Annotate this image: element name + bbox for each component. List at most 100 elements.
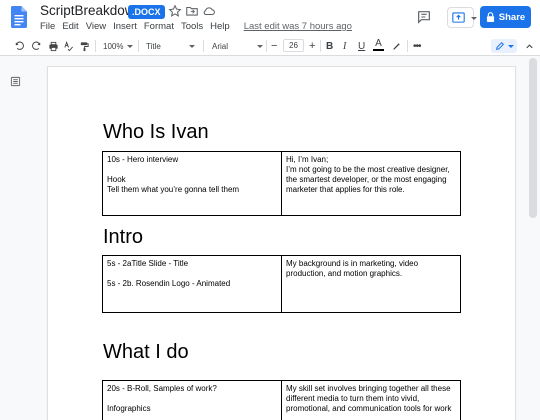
more-horizontal-icon: ••• [413,40,421,52]
menu-insert[interactable]: Insert [113,21,137,32]
present-icon [452,12,465,23]
decrease-font-size-button[interactable]: − [271,39,277,53]
document-outline-icon[interactable] [10,76,21,87]
underline-button[interactable]: U [358,39,365,53]
chevron-up-icon [526,43,533,48]
text-color-button[interactable]: A [373,39,384,53]
table-cell[interactable]: My skill set involves bringing together … [281,380,461,420]
present-button[interactable] [447,7,477,28]
section-heading[interactable]: What I do [103,341,189,364]
cloud-status-icon[interactable] [202,4,216,18]
zoom-select[interactable]: 100% [103,39,134,53]
script-table[interactable]: 20s - B-Roll, Samples of work? Infograph… [102,380,461,420]
undo-button[interactable] [14,39,25,53]
table-cell[interactable]: My background is in marketing, video pro… [281,255,461,313]
toolbar-divider [138,40,139,52]
comment-history-icon[interactable] [416,9,432,25]
print-button[interactable] [48,39,59,53]
plus-icon: + [309,40,316,52]
text-color-swatch [373,49,384,51]
table-cell[interactable]: 5s - 2aTitle Slide - Title 5s - 2b. Rose… [102,255,282,313]
toolbar-divider [266,40,267,52]
menu-view[interactable]: View [86,21,106,32]
menu-tools[interactable]: Tools [181,21,203,32]
paragraph-style-value: Title [146,41,161,51]
chevron-down-icon [508,44,514,48]
toolbar-divider [95,40,96,52]
table-cell[interactable]: 20s - B-Roll, Samples of work? Infograph… [102,380,282,420]
cell-text: I’m not going to be the most creative de… [286,165,450,194]
app-header: ScriptBreakdown .DOCX File Edit View Insert… [0,0,540,36]
more-options-button[interactable]: ••• [413,39,421,53]
toolbar-divider [407,40,408,52]
cell-text: 20s - B-Roll, Samples of work? [107,384,217,393]
cell-blank-line [107,165,277,175]
menu-help[interactable]: Help [210,21,230,32]
hide-menus-button[interactable] [524,39,535,53]
table-row: 20s - B-Roll, Samples of work? Infograph… [102,380,461,420]
cell-text: Infographics [107,404,151,413]
highlight-button[interactable] [391,39,402,53]
minus-icon: − [271,40,278,52]
menu-edit[interactable]: Edit [62,21,78,32]
pencil-icon [496,41,505,50]
bold-icon: B [326,40,334,52]
cell-text: 5s - 2b. Rosendin Logo - Animated [107,279,231,288]
paragraph-style-select[interactable]: Title [146,39,195,53]
highlighter-icon [393,42,400,50]
chevron-down-icon [257,44,263,48]
share-label: Share [498,11,526,23]
last-edit-link[interactable]: Last edit was 7 hours ago [244,21,352,32]
redo-button[interactable] [31,39,42,53]
font-family-value: Arial [212,41,229,51]
document-title[interactable]: ScriptBreakdown [40,3,142,18]
chevron-down-icon [471,17,477,20]
print-icon [49,41,58,51]
toolbar-divider [203,40,204,52]
file-type-badge: .DOCX [128,5,165,19]
cell-text: 10s - Hero interview [107,155,179,164]
table-cell[interactable]: Hi, I’m Ivan; I’m not going to be the mo… [281,151,461,216]
section-heading[interactable]: Intro [103,226,143,249]
zoom-value: 100% [103,41,124,51]
table-row: 10s - Hero interview Hook Tell them what… [102,151,461,216]
menu-bar: File Edit View Insert Format Tools Help Last ed… [40,21,359,32]
underline-icon: U [358,40,366,52]
script-table[interactable]: 5s - 2aTitle Slide - Title 5s - 2b. Rose… [102,255,461,313]
script-table[interactable]: 10s - Hero interview Hook Tell them what… [102,151,461,216]
table-row: 5s - 2aTitle Slide - Title 5s - 2b. Rose… [102,255,461,313]
editing-mode-button[interactable] [491,39,517,53]
section-heading[interactable]: Who Is Ivan [103,121,209,144]
cell-text: 5s - 2aTitle Slide - Title [107,259,189,268]
chevron-down-icon [189,44,195,48]
font-size-input[interactable]: 26 [283,39,304,52]
font-family-select[interactable]: Arial [212,39,263,53]
move-to-folder-icon[interactable] [185,4,199,18]
redo-icon [32,41,41,50]
italic-button[interactable]: I [343,39,346,53]
paint-format-button[interactable] [79,39,90,53]
bold-button[interactable]: B [326,39,333,53]
docs-logo-icon[interactable] [11,6,27,28]
cell-text: My background is in marketing, video pro… [286,259,419,278]
share-button[interactable]: Share [480,6,531,28]
cell-text: Hi, I’m Ivan; [286,155,329,164]
star-icon[interactable] [168,4,182,18]
cell-blank-line [107,269,277,279]
spellcheck-icon [64,40,73,51]
toolbar-divider [320,40,321,52]
paint-format-icon [80,41,89,51]
text-color-icon: A [375,38,382,49]
formatting-toolbar: 100% Title Arial − 26 + B I U A ••• [0,36,540,56]
menu-file[interactable]: File [40,21,55,32]
vertical-scrollbar[interactable] [529,58,537,218]
menu-format[interactable]: Format [144,21,174,32]
increase-font-size-button[interactable]: + [309,39,315,53]
chevron-down-icon [127,44,134,48]
table-cell[interactable]: 10s - Hero interview Hook Tell them what… [102,151,282,216]
cell-text: Tell them what you’re gonna tell them [107,185,240,194]
cell-text: My skill set involves bringing together … [286,384,452,413]
undo-icon [15,41,24,50]
spellcheck-button[interactable] [63,39,74,53]
cell-text: Hook [107,175,126,184]
